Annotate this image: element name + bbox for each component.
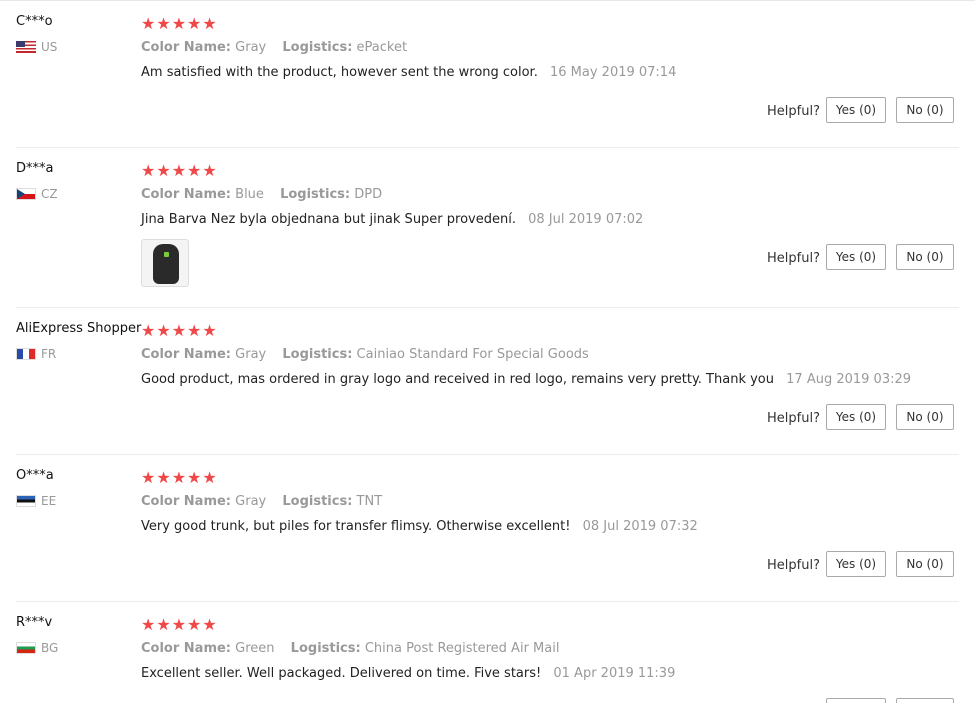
reviewer-name: D***a	[16, 161, 54, 176]
review-text: Good product, mas ordered in gray logo a…	[141, 372, 774, 387]
helpful-label: Helpful?	[767, 251, 820, 266]
review-text-row: Jina Barva Nez byla objednana but jinak …	[141, 212, 643, 227]
country-code: FR	[41, 347, 57, 361]
helpful-yes-button[interactable]	[826, 698, 886, 703]
helpful-no-button[interactable]: No (0)	[896, 97, 954, 123]
backpack-logo	[164, 252, 169, 257]
helpful-label: Helpful?	[767, 104, 820, 119]
review-meta: Color Name: Gray Logistics: ePacket	[141, 40, 407, 55]
logistics-label: Logistics:	[290, 641, 361, 656]
star-rating: ★★★★★	[141, 468, 218, 487]
review-text-row: Excellent seller. Well packaged. Deliver…	[141, 666, 675, 681]
review-date: 17 Aug 2019 03:29	[786, 372, 912, 387]
country-code: CZ	[41, 187, 58, 201]
logistics-label: Logistics:	[282, 494, 353, 509]
reviewer-country: CZ	[16, 187, 58, 201]
logistics-label: Logistics:	[282, 40, 353, 55]
logistics-value: TNT	[356, 494, 383, 509]
reviewer-name: O***a	[16, 468, 54, 483]
country-code: EE	[41, 494, 57, 508]
reviewer-country: EE	[16, 494, 56, 508]
helpful-yes-button[interactable]: Yes (0)	[826, 97, 886, 123]
star-rating: ★★★★★	[141, 14, 218, 33]
ee-flag-icon	[16, 495, 36, 507]
color-name-label: Color Name:	[141, 40, 232, 55]
review-text-row: Good product, mas ordered in gray logo a…	[141, 372, 911, 387]
helpful-yes-button[interactable]: Yes (0)	[826, 551, 886, 577]
logistics-label: Logistics:	[282, 347, 353, 362]
helpful-yes-button[interactable]: Yes (0)	[826, 404, 886, 430]
helpful-label: Helpful?	[767, 558, 820, 573]
helpful-no-button[interactable]: No (0)	[896, 244, 954, 270]
bg-flag-icon	[16, 642, 36, 654]
logistics-label: Logistics:	[280, 187, 351, 202]
review-text-row: Am satisfied with the product, however s…	[141, 65, 676, 80]
review-date: 16 May 2019 07:14	[549, 65, 677, 80]
review-item: D***a CZ ★★★★★ Color Name: Blue Logistic…	[0, 147, 975, 308]
helpful-yes-button[interactable]: Yes (0)	[826, 244, 886, 270]
color-name-label: Color Name:	[141, 494, 232, 509]
cz-flag-icon	[16, 188, 36, 200]
color-name-label: Color Name:	[141, 187, 232, 202]
review-text: Am satisfied with the product, however s…	[141, 65, 538, 80]
review-text: Very good trunk, but piles for transfer …	[141, 519, 571, 534]
review-meta: Color Name: Blue Logistics: DPD	[141, 187, 382, 202]
review-meta: Color Name: Gray Logistics: Cainiao Stan…	[141, 347, 589, 362]
helpful-no-button[interactable]: No (0)	[896, 404, 954, 430]
fr-flag-icon	[16, 348, 36, 360]
reviewer-country: BG	[16, 641, 58, 655]
reviewer-country: FR	[16, 347, 56, 361]
helpful-no-button[interactable]	[896, 698, 954, 703]
review-date: 08 Jul 2019 07:32	[582, 519, 698, 534]
country-code: US	[41, 40, 58, 54]
review-meta: Color Name: Gray Logistics: TNT	[141, 494, 382, 509]
review-item: C***o US ★★★★★ Color Name: Gray Logistic…	[0, 0, 975, 148]
review-text: Excellent seller. Well packaged. Deliver…	[141, 666, 542, 681]
color-name-label: Color Name:	[141, 641, 232, 656]
color-name-value: Gray	[235, 494, 267, 509]
logistics-value: China Post Registered Air Mail	[364, 641, 560, 656]
backpack-image	[153, 244, 179, 284]
color-name-value: Green	[235, 641, 275, 656]
helpful-no-button[interactable]: No (0)	[896, 551, 954, 577]
logistics-value: Cainiao Standard For Special Goods	[356, 347, 589, 362]
color-name-value: Blue	[235, 187, 264, 202]
star-rating: ★★★★★	[141, 615, 218, 634]
review-item: R***v BG ★★★★★ Color Name: Green Logisti…	[0, 601, 975, 703]
logistics-value: ePacket	[356, 40, 408, 55]
reviewer-name: C***o	[16, 14, 53, 29]
color-name-label: Color Name:	[141, 347, 232, 362]
logistics-value: DPD	[354, 187, 383, 202]
reviewer-name: AliExpress Shopper	[16, 321, 142, 336]
color-name-value: Gray	[235, 347, 267, 362]
review-text-row: Very good trunk, but piles for transfer …	[141, 519, 698, 534]
helpful-label: Helpful?	[767, 411, 820, 426]
country-code: BG	[41, 641, 59, 655]
review-date: 01 Apr 2019 11:39	[553, 666, 676, 681]
review-meta: Color Name: Green Logistics: China Post …	[141, 641, 559, 656]
review-item: AliExpress Shopper FR ★★★★★ Color Name: …	[0, 307, 975, 455]
review-text: Jina Barva Nez byla objednana but jinak …	[141, 212, 516, 227]
review-item: O***a EE ★★★★★ Color Name: Gray Logistic…	[0, 454, 975, 602]
star-rating: ★★★★★	[141, 161, 218, 180]
color-name-value: Gray	[235, 40, 267, 55]
review-date: 08 Jul 2019 07:02	[528, 212, 644, 227]
reviewer-country: US	[16, 40, 57, 54]
review-photo-thumbnail[interactable]	[141, 239, 189, 287]
reviewer-name: R***v	[16, 615, 53, 630]
star-rating: ★★★★★	[141, 321, 218, 340]
us-flag-icon	[16, 41, 36, 53]
